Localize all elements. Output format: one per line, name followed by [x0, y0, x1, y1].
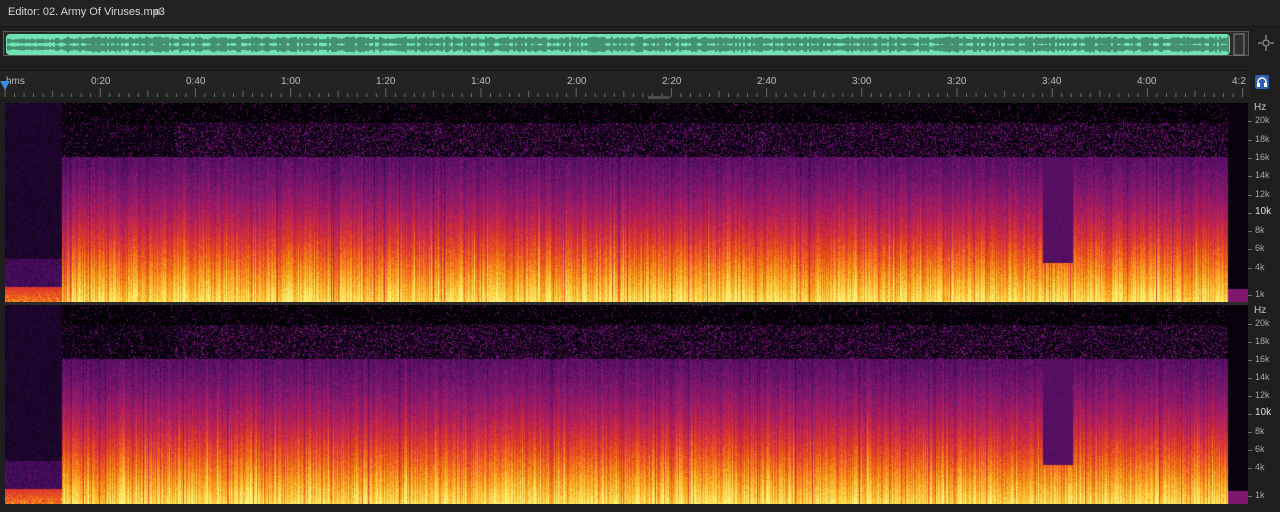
frequency-label: 4k	[1255, 262, 1265, 272]
frequency-label: 12k	[1255, 189, 1270, 199]
overview-waveform[interactable]	[3, 31, 1249, 56]
hamburger-menu-icon[interactable]: ≡	[154, 5, 161, 19]
spectrogram-channel-right[interactable]	[5, 305, 1248, 504]
frequency-tick	[1248, 414, 1252, 415]
editor-title-bar: Editor: 02. Army Of Viruses.mp3 ≡	[0, 0, 1280, 27]
headphones-snap-icon[interactable]	[1255, 75, 1269, 89]
ruler-label: 1:20	[376, 76, 396, 87]
ruler-label: 1:00	[281, 76, 301, 87]
zoom-navigator-icon[interactable]	[1257, 34, 1275, 52]
frequency-label: 12k	[1255, 390, 1270, 400]
ruler-label: 0:20	[91, 76, 111, 87]
frequency-label: 8k	[1255, 225, 1265, 235]
frequency-tick	[1248, 140, 1252, 141]
spectrogram-channel-left[interactable]	[5, 103, 1248, 302]
ruler-label: 2:00	[567, 76, 587, 87]
frequency-label: 4k	[1255, 462, 1265, 472]
frequency-label: 16k	[1255, 354, 1270, 364]
playhead-marker[interactable]	[0, 81, 10, 90]
frequency-tick	[1248, 496, 1252, 497]
frequency-tick	[1248, 121, 1252, 122]
frequency-tick	[1248, 176, 1252, 177]
frequency-tick	[1248, 378, 1252, 379]
frequency-tick	[1248, 195, 1252, 196]
frequency-tick	[1248, 396, 1252, 397]
frequency-label: 18k	[1255, 336, 1270, 346]
frequency-tick	[1248, 360, 1252, 361]
frequency-tick	[1248, 468, 1252, 469]
frequency-label: 14k	[1255, 170, 1270, 180]
spectrogram-canvas	[5, 305, 1248, 504]
ruler-label: 2:40	[757, 76, 777, 87]
ruler-label: 3:20	[947, 76, 967, 87]
frequency-unit-label: Hz	[1254, 305, 1267, 316]
frequency-scale-right[interactable]: Hz 20k 18k 16k 14k 12k 10k 8k 6k 4k 1k	[1248, 304, 1280, 512]
frequency-scale-left[interactable]: Hz 20k 18k 16k 14k 12k 10k 8k 6k 4k 1k	[1248, 100, 1280, 304]
spectrogram-canvas	[5, 103, 1248, 302]
frequency-label: 10k	[1255, 407, 1272, 418]
ruler-label: 3:40	[1042, 76, 1062, 87]
ruler-label: 3:00	[852, 76, 872, 87]
frequency-unit-label: Hz	[1254, 102, 1267, 113]
frequency-label: 1k	[1255, 490, 1265, 500]
frequency-tick	[1248, 342, 1252, 343]
panel-resize-handle[interactable]	[648, 96, 670, 99]
editor-title: Editor: 02. Army Of Viruses.mp3	[8, 6, 165, 18]
frequency-tick	[1248, 295, 1252, 296]
frequency-label: 6k	[1255, 243, 1265, 253]
frequency-tick	[1248, 249, 1252, 250]
frequency-label: 14k	[1255, 372, 1270, 382]
ruler-label: 4:00	[1137, 76, 1157, 87]
frequency-tick	[1248, 450, 1252, 451]
frequency-label: 18k	[1255, 134, 1270, 144]
frequency-tick	[1248, 231, 1252, 232]
time-ruler[interactable]: hms 0:20 0:40 1:00 1:20 1:40 2:00 2:20 2…	[0, 70, 1250, 97]
frequency-label: 8k	[1255, 426, 1265, 436]
frequency-tick	[1248, 213, 1252, 214]
frequency-label: 16k	[1255, 152, 1270, 162]
ruler-label: 0:40	[186, 76, 206, 87]
frequency-label: 10k	[1255, 206, 1272, 217]
frequency-tick	[1248, 268, 1252, 269]
ruler-label: 1:40	[471, 76, 491, 87]
frequency-tick	[1248, 324, 1252, 325]
frequency-label: 6k	[1255, 444, 1265, 454]
frequency-label: 1k	[1255, 289, 1265, 299]
frequency-tick	[1248, 432, 1252, 433]
overview-waveform-graphic	[6, 33, 1245, 56]
ruler-label: 4:2	[1232, 76, 1246, 87]
ruler-label: 2:20	[662, 76, 682, 87]
frequency-label: 20k	[1255, 115, 1270, 125]
frequency-label: 20k	[1255, 318, 1270, 328]
frequency-tick	[1248, 158, 1252, 159]
